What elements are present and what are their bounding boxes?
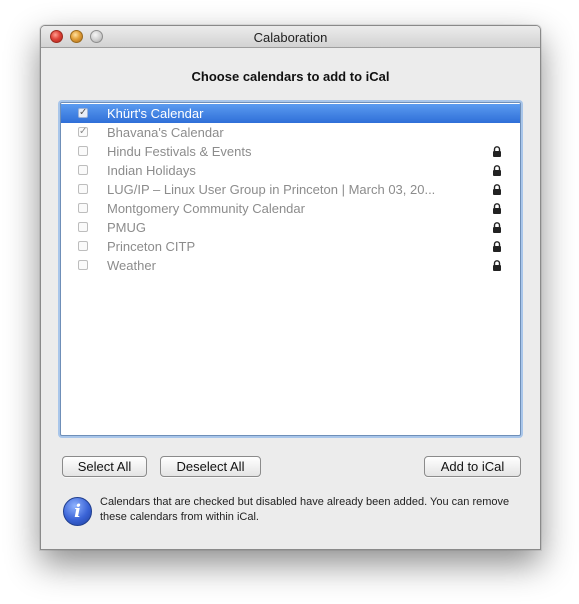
calendar-row[interactable]: ✓ Khürt's Calendar (61, 104, 520, 123)
lock-icon (493, 241, 501, 252)
calendar-label: Khürt's Calendar (107, 106, 204, 121)
calendar-row[interactable]: Weather (61, 256, 520, 275)
calendar-label: Princeton CITP (107, 239, 196, 254)
calendar-label: Weather (107, 258, 156, 273)
calendar-label: Bhavana's Calendar (107, 125, 224, 140)
lock-icon (493, 165, 501, 176)
calendar-checkbox[interactable] (78, 222, 88, 232)
calendar-label: Indian Holidays (107, 163, 196, 178)
calendar-row[interactable]: Princeton CITP (61, 237, 520, 256)
title-bar[interactable]: Calaboration (41, 26, 540, 48)
calendar-checkbox[interactable] (78, 165, 88, 175)
calaboration-window: Calaboration Choose calendars to add to … (40, 25, 541, 550)
window-title: Calaboration (253, 30, 328, 45)
calendar-row[interactable]: Hindu Festivals & Events (61, 142, 520, 161)
calendar-list[interactable]: ✓ Khürt's Calendar ✓ Bhavana's Calendar Hind… (60, 102, 521, 436)
calendar-label: Montgomery Community Calendar (107, 201, 305, 216)
calendar-row[interactable]: Montgomery Community Calendar (61, 199, 520, 218)
lock-icon (493, 146, 501, 157)
calendar-checkbox[interactable]: ✓ (78, 108, 88, 118)
calendar-row[interactable]: Indian Holidays (61, 161, 520, 180)
calendar-checkbox[interactable] (78, 184, 88, 194)
calendar-label: LUG/IP – Linux User Group in Princeton |… (107, 182, 436, 197)
calendar-label: PMUG (107, 220, 146, 235)
add-to-ical-button[interactable]: Add to iCal (424, 456, 521, 477)
select-all-button[interactable]: Select All (62, 456, 147, 477)
info-message: Calendars that are checked but disabled … (100, 496, 510, 523)
lock-icon (493, 260, 501, 271)
calendar-checkbox[interactable]: ✓ (78, 127, 88, 137)
calendar-checkbox[interactable] (78, 241, 88, 251)
lock-icon (493, 184, 501, 195)
calendar-checkbox[interactable] (78, 203, 88, 213)
calendar-row[interactable]: PMUG (61, 218, 520, 237)
lock-icon (493, 203, 501, 214)
calendar-checkbox[interactable] (78, 260, 88, 270)
deselect-all-button[interactable]: Deselect All (160, 456, 261, 477)
info-icon: i (63, 497, 92, 526)
calendar-label: Hindu Festivals & Events (107, 144, 252, 159)
calendar-row[interactable]: LUG/IP – Linux User Group in Princeton |… (61, 180, 520, 199)
lock-icon (493, 222, 501, 233)
dialog-heading: Choose calendars to add to iCal (191, 69, 390, 84)
calendar-checkbox[interactable] (78, 146, 88, 156)
calendar-row[interactable]: ✓ Bhavana's Calendar (61, 123, 520, 142)
